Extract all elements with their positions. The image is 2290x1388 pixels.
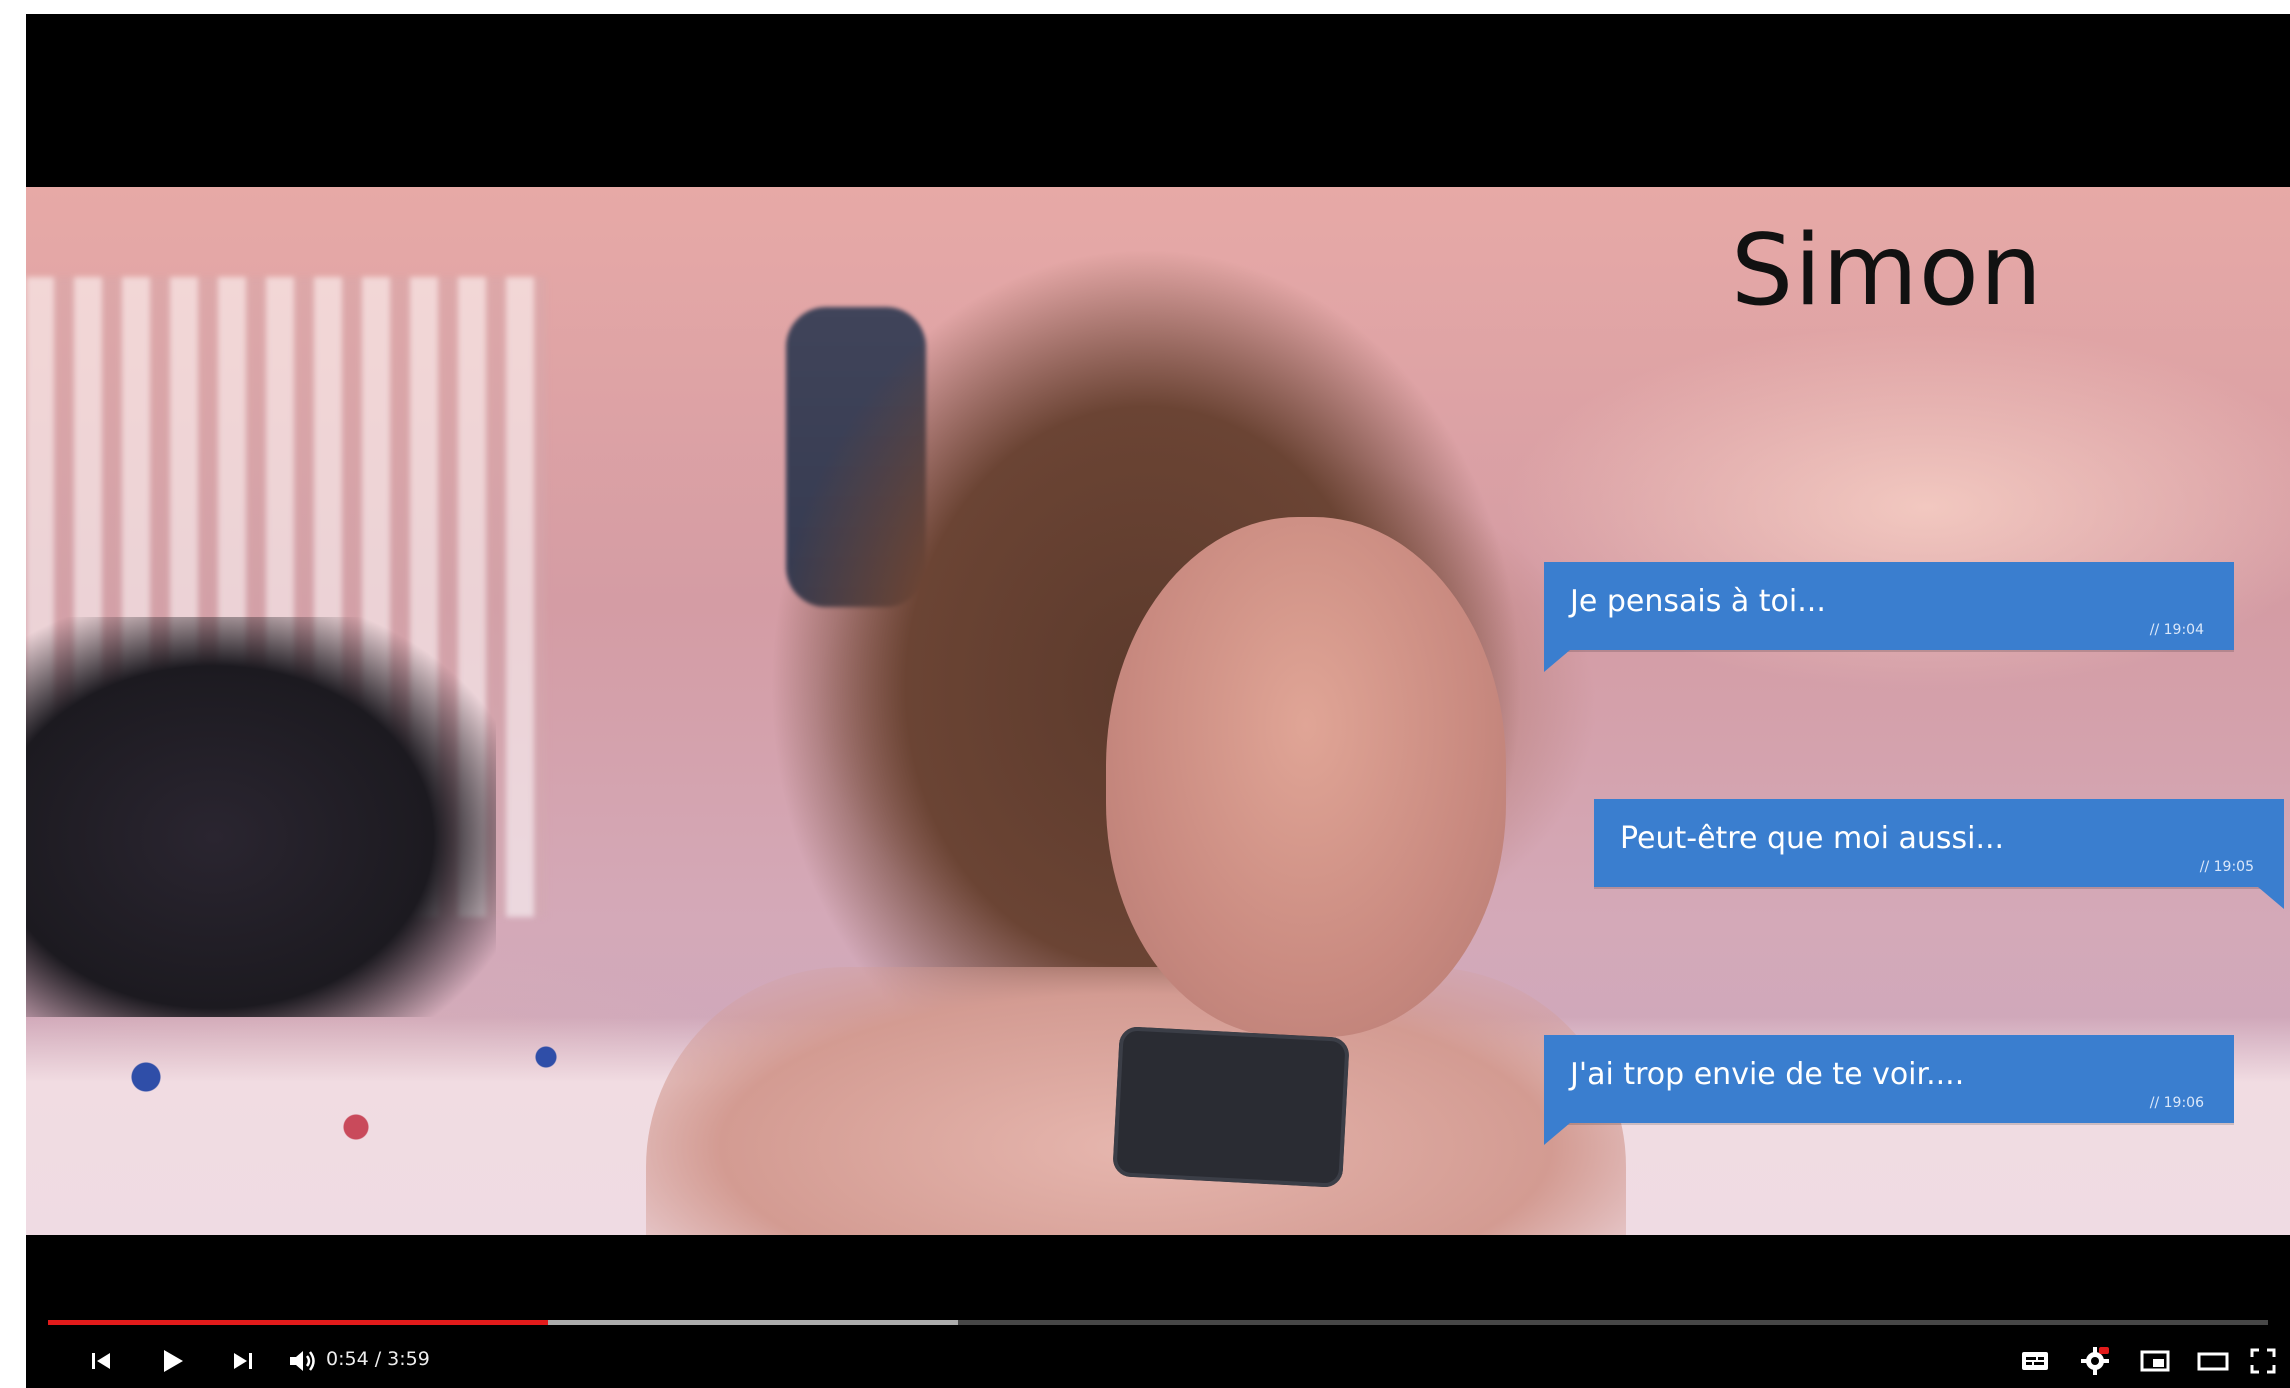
volume-icon[interactable]: [280, 1340, 326, 1382]
message-time: // 19:04: [2149, 622, 2204, 638]
bag: [26, 617, 496, 1017]
subtitles-icon[interactable]: [2012, 1340, 2058, 1382]
message-bubble-2: Peut-être que moi aussi... // 19:05: [1594, 799, 2284, 909]
message-time: // 19:06: [2149, 1095, 2204, 1111]
settings-icon[interactable]: [2072, 1340, 2118, 1382]
message-text: J'ai trop envie de te voir....: [1570, 1057, 1965, 1092]
miniplayer-icon[interactable]: [2132, 1340, 2178, 1382]
time-display: 0:54 / 3:59: [326, 1348, 430, 1370]
theater-icon[interactable]: [2190, 1340, 2236, 1382]
girl-face: [1106, 517, 1506, 1037]
message-bubble-1: Je pensais à toi... // 19:04: [1544, 562, 2234, 672]
play-icon[interactable]: [150, 1340, 196, 1382]
phone: [1112, 1026, 1350, 1188]
message-bubble-3: J'ai trop envie de te voir.... // 19:06: [1544, 1035, 2234, 1145]
progress-played: [48, 1320, 548, 1325]
message-text: Je pensais à toi...: [1570, 584, 1826, 619]
message-text: Peut-être que moi aussi...: [1620, 821, 2005, 856]
next-icon[interactable]: [220, 1340, 266, 1382]
video-player[interactable]: Simon Je pensais à toi... // 19:04 Peut-…: [26, 14, 2290, 1388]
previous-icon[interactable]: [78, 1340, 124, 1382]
fullscreen-icon[interactable]: [2240, 1340, 2286, 1382]
overlay-title: Simon: [1731, 214, 2043, 328]
player-controls: 0:54 / 3:59: [26, 1334, 2290, 1388]
progress-bar[interactable]: [48, 1320, 2268, 1325]
message-time: // 19:05: [2199, 859, 2254, 875]
